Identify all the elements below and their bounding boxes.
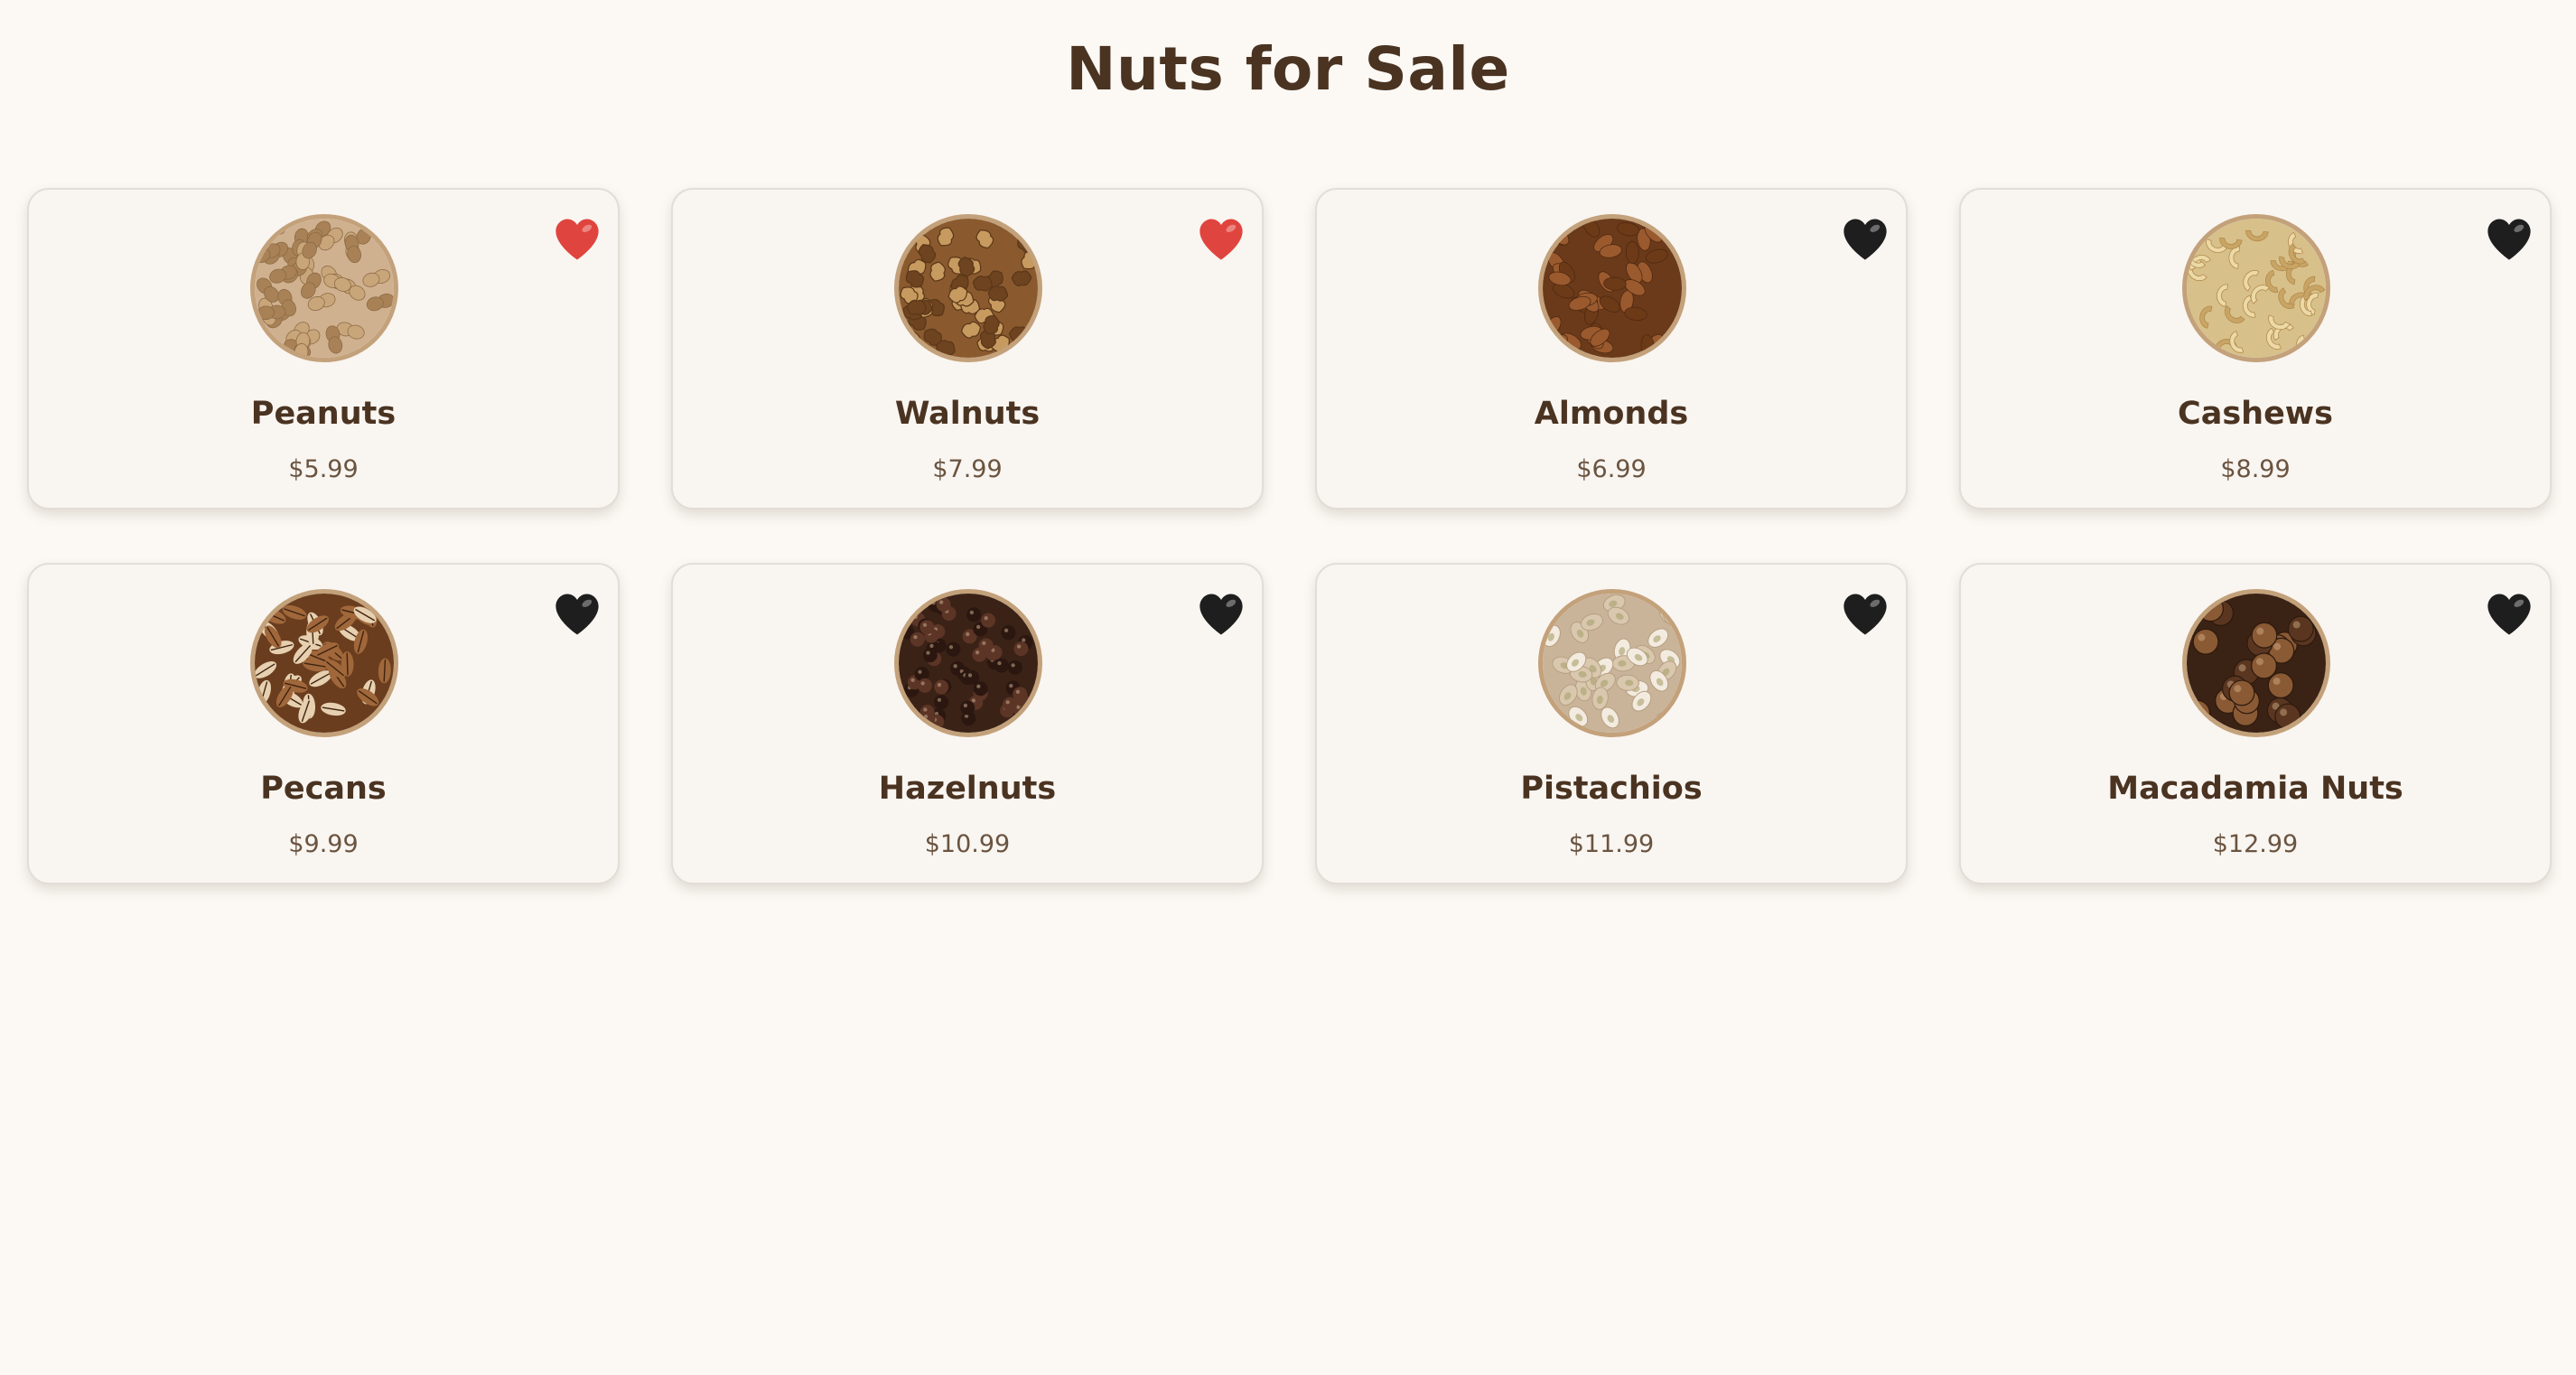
product-price: $8.99: [2220, 455, 2291, 483]
page-title: Nuts for Sale: [1066, 34, 1510, 104]
product-price: $9.99: [288, 830, 359, 858]
favorite-button[interactable]: [1197, 592, 1246, 637]
product-name: Cashews: [2178, 396, 2333, 432]
favorite-button[interactable]: [1841, 217, 1890, 262]
heart-icon: [1841, 592, 1890, 637]
pecans-image: [250, 589, 398, 737]
favorite-button[interactable]: [1197, 217, 1246, 262]
product-price: $6.99: [1576, 455, 1647, 483]
product-name: Almonds: [1534, 396, 1689, 432]
favorite-button[interactable]: [553, 217, 602, 262]
heart-icon: [553, 217, 602, 262]
product-name: Pistachios: [1520, 771, 1703, 807]
peanuts-image: [250, 214, 398, 362]
product-price: $12.99: [2212, 830, 2299, 858]
heart-icon: [1197, 217, 1246, 262]
heart-icon: [2485, 217, 2534, 262]
heart-icon: [1841, 217, 1890, 262]
almonds-image: [1538, 214, 1686, 362]
walnuts-image: [894, 214, 1042, 362]
product-price: $11.99: [1568, 830, 1655, 858]
product-card-pistachios[interactable]: Pistachios $11.99: [1315, 563, 1908, 884]
hazelnuts-image: [894, 589, 1042, 737]
heart-icon: [553, 592, 602, 637]
product-grid: Peanuts $5.99 Walnuts $7.99 Almonds $6.9…: [27, 188, 2553, 884]
favorite-button[interactable]: [1841, 592, 1890, 637]
heart-icon: [1197, 592, 1246, 637]
favorite-button[interactable]: [2485, 217, 2534, 262]
product-name: Pecans: [260, 771, 387, 807]
product-card-walnuts[interactable]: Walnuts $7.99: [671, 188, 1264, 510]
product-name: Macadamia Nuts: [2107, 771, 2403, 807]
product-card-peanuts[interactable]: Peanuts $5.99: [27, 188, 620, 510]
heart-icon: [2485, 592, 2534, 637]
product-card-hazelnuts[interactable]: Hazelnuts $10.99: [671, 563, 1264, 884]
product-price: $5.99: [288, 455, 359, 483]
product-card-pecans[interactable]: Pecans $9.99: [27, 563, 620, 884]
product-card-cashews[interactable]: Cashews $8.99: [1959, 188, 2552, 510]
cashews-image: [2182, 214, 2330, 362]
product-name: Walnuts: [894, 396, 1041, 432]
favorite-button[interactable]: [553, 592, 602, 637]
macadamia-image: [2182, 589, 2330, 737]
product-price: $7.99: [932, 455, 1003, 483]
product-card-macadamia-nuts[interactable]: Macadamia Nuts $12.99: [1959, 563, 2552, 884]
product-name: Peanuts: [250, 396, 397, 432]
product-name: Hazelnuts: [878, 771, 1057, 807]
pistachios-image: [1538, 589, 1686, 737]
product-card-almonds[interactable]: Almonds $6.99: [1315, 188, 1908, 510]
product-price: $10.99: [924, 830, 1011, 858]
favorite-button[interactable]: [2485, 592, 2534, 637]
